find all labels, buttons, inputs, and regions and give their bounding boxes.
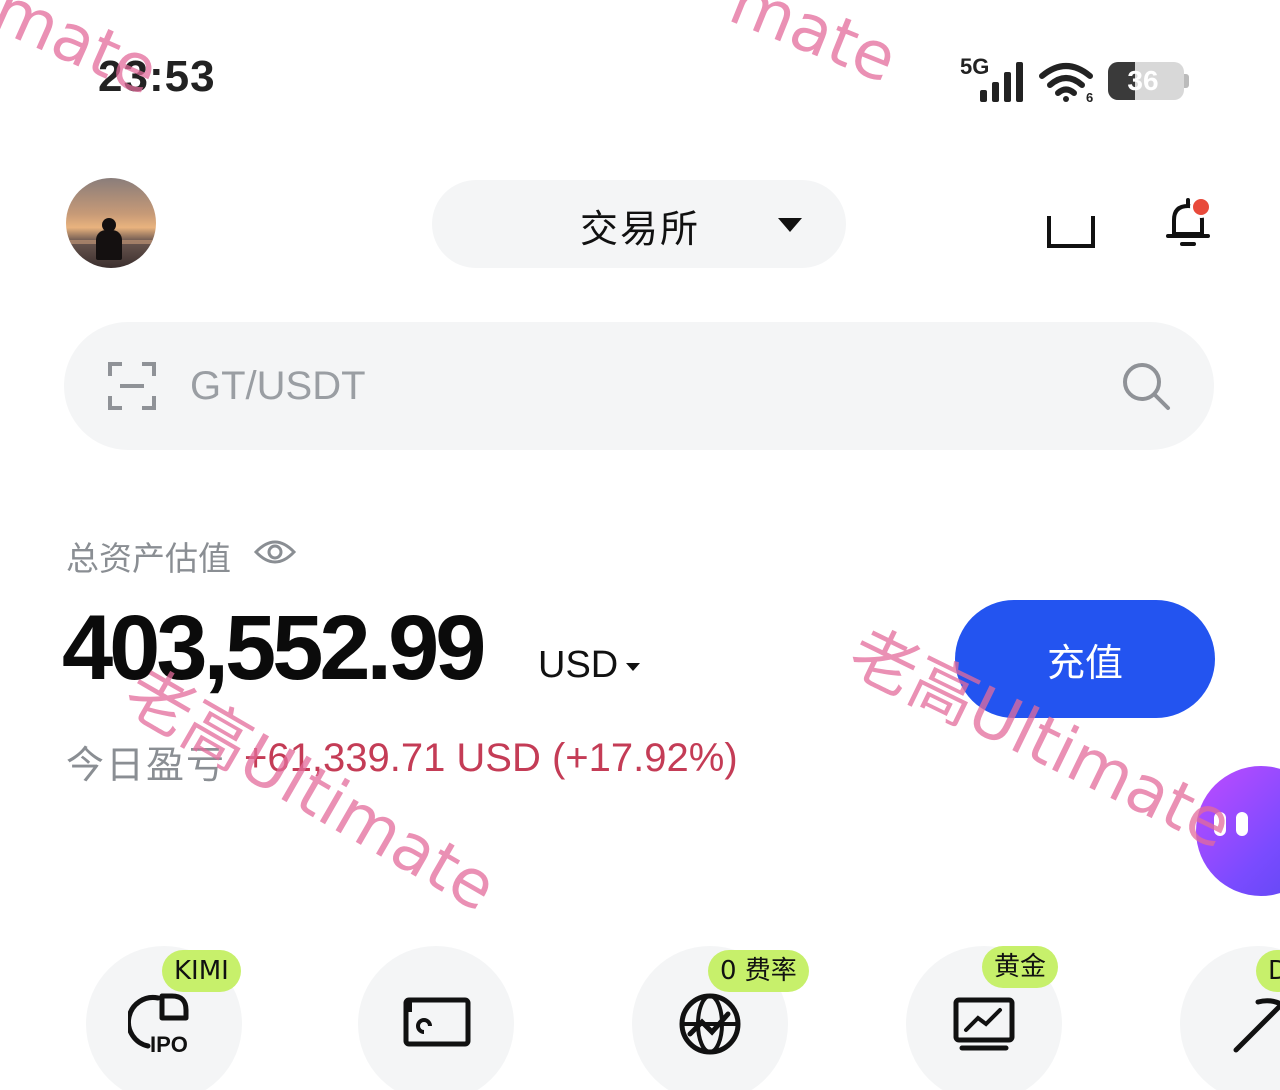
chart-icon — [953, 997, 1015, 1051]
avatar[interactable] — [66, 178, 156, 268]
svg-text:6: 6 — [1086, 90, 1093, 102]
search-bar[interactable]: GT/USDT — [64, 322, 1214, 450]
watermark: mate — [719, 0, 908, 99]
total-assets-label: 总资产估值 — [66, 539, 231, 578]
tag-kimi: KIMI — [162, 950, 241, 992]
total-asset-value: 403,552.99 — [62, 597, 486, 699]
battery-level: 36 — [1127, 65, 1159, 96]
notification-dot — [1190, 196, 1212, 218]
assistant-eye — [1214, 812, 1226, 836]
battery-tip — [1184, 74, 1189, 88]
scan-icon[interactable] — [108, 362, 156, 410]
currency-selector[interactable]: USD — [538, 644, 641, 687]
currency-label: USD — [538, 644, 619, 686]
ipo-icon-text: IPO — [150, 1032, 188, 1056]
avatar-person-body — [96, 230, 122, 260]
tag-zero-fee: 0 费率 — [708, 950, 809, 992]
eye-icon[interactable] — [254, 536, 296, 568]
caret-down-icon — [778, 218, 802, 232]
tag-gold: 黄金 — [982, 946, 1059, 988]
assistant-bot-button[interactable] — [1196, 766, 1280, 896]
caret-down-icon — [626, 662, 641, 671]
pickaxe-icon — [1233, 998, 1280, 1053]
ipo-icon: IPO — [128, 993, 189, 1056]
exchange-switch[interactable]: 交易所 — [432, 180, 846, 268]
screen-icon — [403, 997, 471, 1047]
search-input[interactable]: GT/USDT — [190, 364, 366, 409]
daily-pnl-value: +61,339.71 USD (+17.92%) — [244, 736, 738, 780]
search-icon[interactable] — [1120, 360, 1172, 412]
quick-action-screen[interactable] — [358, 946, 514, 1090]
deposit-button[interactable]: 充值 — [955, 600, 1215, 718]
assistant-eye — [1236, 812, 1248, 836]
status-time: 23:53 — [98, 52, 216, 101]
globe-icon — [679, 993, 741, 1055]
fullscreen-icon[interactable] — [1046, 212, 1096, 250]
signal-icon — [980, 62, 1023, 102]
battery-icon: 36 — [1108, 62, 1184, 100]
wifi-icon: 6 — [1039, 63, 1093, 102]
status-indicators: 5G 6 36 — [958, 54, 1189, 104]
daily-pnl-label: 今日盈亏 — [66, 743, 227, 787]
exchange-label: 交易所 — [580, 207, 701, 251]
